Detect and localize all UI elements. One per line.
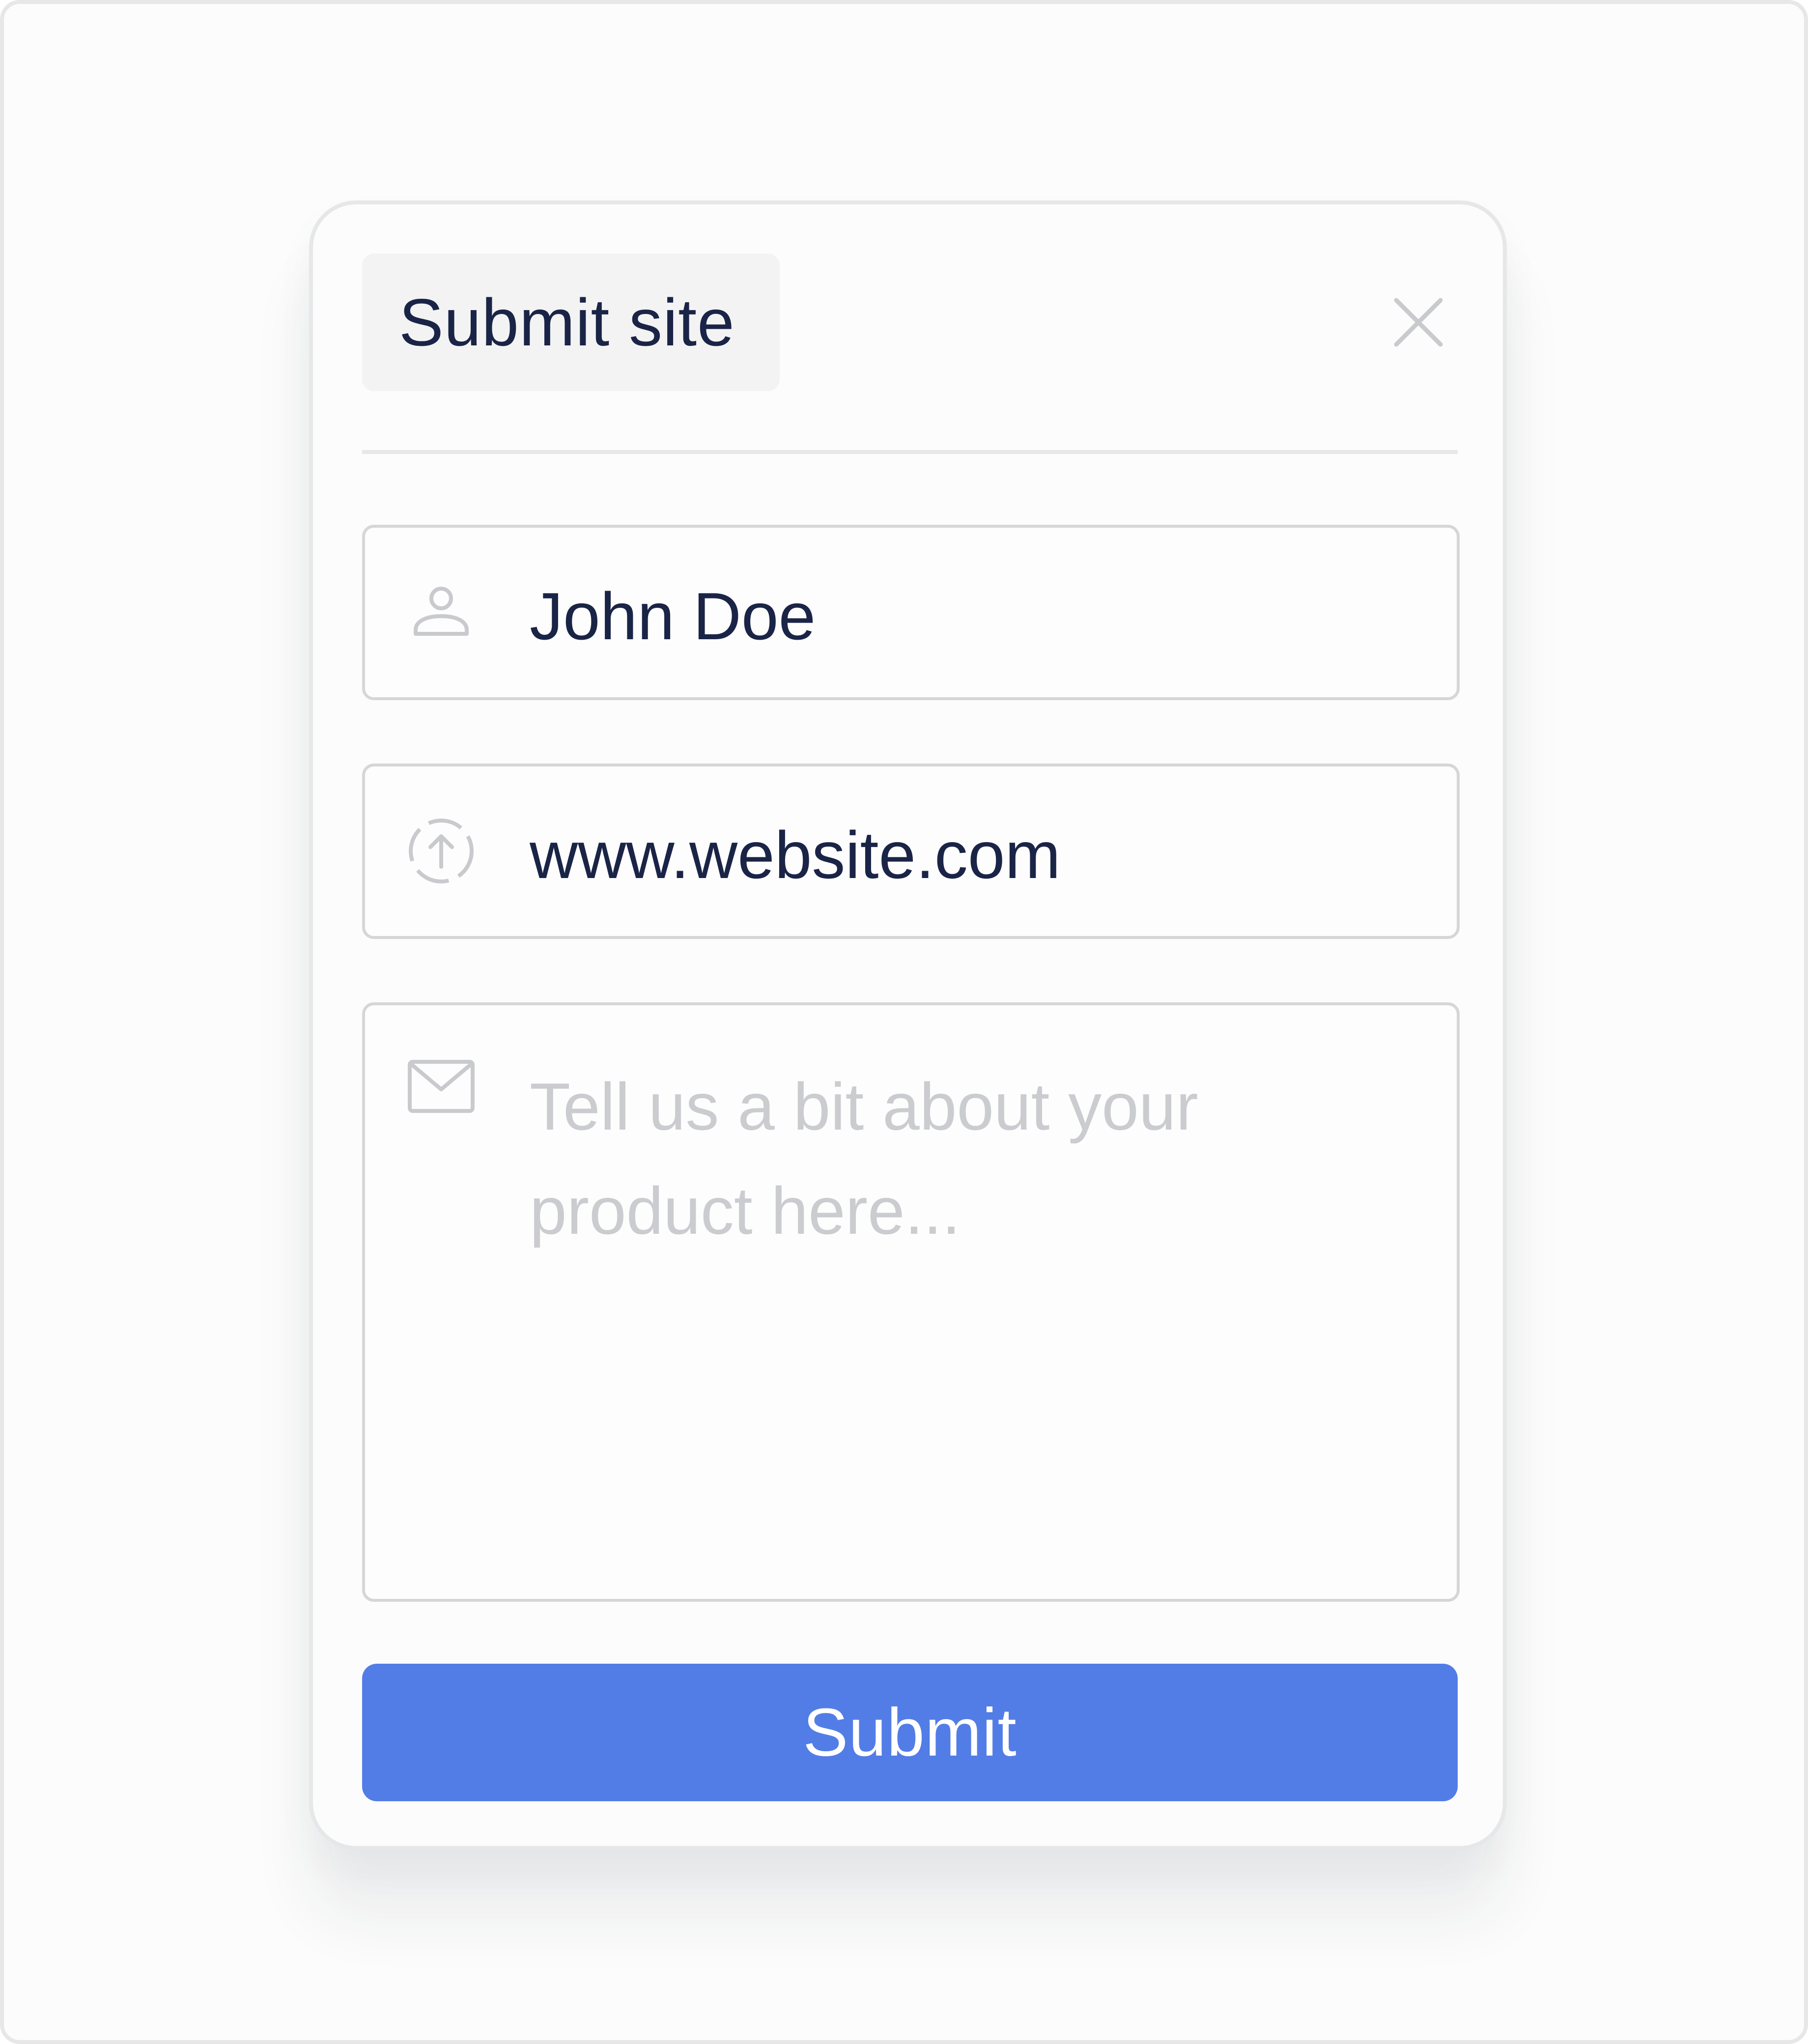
website-input[interactable]	[530, 816, 1427, 894]
description-field[interactable]: Tell us a bit about your product here...	[362, 1002, 1460, 1602]
name-input[interactable]	[530, 577, 1427, 655]
submit-button-label: Submit	[803, 1694, 1017, 1770]
submit-button[interactable]: Submit	[362, 1664, 1458, 1801]
close-button[interactable]	[1386, 290, 1450, 354]
submit-site-dialog: Submit site John Doe www.website.com Tel…	[309, 200, 1507, 1850]
mail-icon	[407, 1052, 476, 1121]
page-frame: Submit site John Doe www.website.com Tel…	[0, 0, 1808, 2044]
dialog-title: Submit site	[362, 254, 780, 391]
name-field[interactable]	[362, 525, 1460, 700]
close-icon	[1394, 298, 1443, 347]
header-divider	[362, 450, 1458, 454]
user-icon	[407, 578, 476, 647]
description-placeholder[interactable]: Tell us a bit about your product here...	[530, 1054, 1316, 1263]
website-field[interactable]	[362, 764, 1460, 939]
upload-circle-icon	[407, 817, 476, 885]
dialog-title-text: Submit site	[399, 285, 735, 360]
